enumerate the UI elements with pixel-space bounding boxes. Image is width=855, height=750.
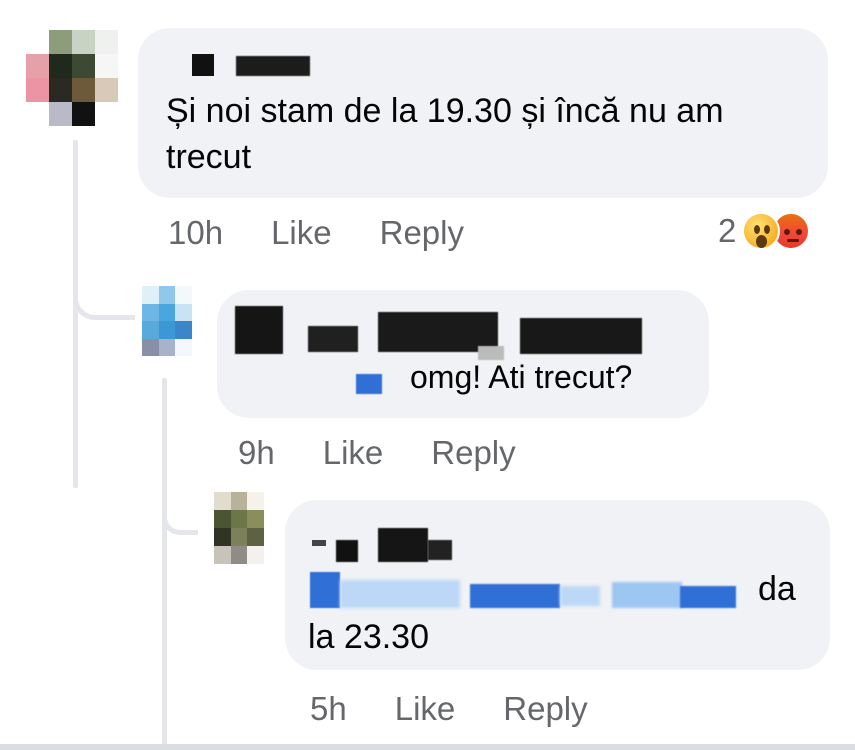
- mention-link[interactable]: [340, 580, 460, 608]
- mention-link[interactable]: [356, 374, 382, 394]
- author-name-redacted[interactable]: [192, 54, 214, 76]
- author-name-redacted[interactable]: [336, 540, 358, 562]
- wow-icon: [742, 212, 781, 250]
- comment-actions: 9h Like Reply: [238, 434, 516, 472]
- mention-link[interactable]: [310, 572, 340, 608]
- avatar[interactable]: [214, 492, 264, 564]
- mention-link[interactable]: [470, 584, 560, 608]
- reaction-count: 2: [718, 212, 737, 249]
- mention-link: [612, 582, 682, 608]
- author-name-redacted: [428, 540, 452, 560]
- reply-button[interactable]: Reply: [380, 214, 464, 252]
- comment-text: Și noi stam de la 19.30 și încă nu am tr…: [166, 92, 724, 176]
- author-name-redacted[interactable]: [520, 318, 642, 354]
- like-button[interactable]: Like: [323, 434, 384, 472]
- mention-link: [680, 586, 736, 608]
- comment-text: la 23.30: [308, 618, 429, 656]
- like-button[interactable]: Like: [395, 690, 456, 728]
- reply-thread-line: [162, 378, 167, 750]
- avatar[interactable]: [26, 30, 118, 126]
- author-name-redacted[interactable]: [236, 56, 310, 76]
- comment-timestamp[interactable]: 9h: [238, 434, 275, 472]
- comment-actions: 5h Like Reply: [310, 690, 588, 728]
- comment-text: omg! Ati trecut?: [410, 359, 633, 395]
- like-button[interactable]: Like: [271, 214, 332, 252]
- comment-timestamp[interactable]: 10h: [168, 214, 223, 252]
- author-name-redacted[interactable]: [308, 326, 358, 352]
- author-name-redacted[interactable]: [378, 528, 428, 562]
- avatar[interactable]: [142, 286, 192, 356]
- comment-text: da: [758, 570, 796, 608]
- reactions-summary[interactable]: 2: [718, 212, 811, 250]
- comment-actions: 10h Like Reply: [168, 214, 464, 252]
- reply-button[interactable]: Reply: [431, 434, 515, 472]
- comment-timestamp[interactable]: 5h: [310, 690, 347, 728]
- author-name-redacted: [312, 540, 326, 546]
- thread-line: [73, 140, 78, 488]
- reply-button[interactable]: Reply: [503, 690, 587, 728]
- comment-thread: Și noi stam de la 19.30 și încă nu am tr…: [0, 0, 855, 750]
- divider: [0, 744, 855, 750]
- thread-connector: [73, 250, 135, 320]
- mention-link: [560, 586, 600, 606]
- author-name-redacted[interactable]: [235, 306, 283, 354]
- reply-thread-connector: [162, 480, 198, 535]
